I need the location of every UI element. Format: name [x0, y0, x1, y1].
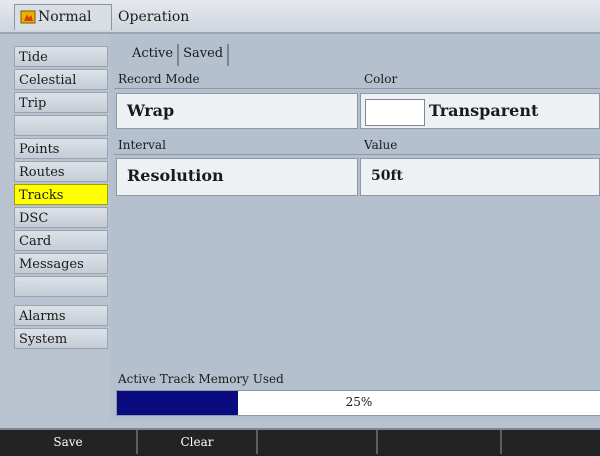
- sidebar-item-card[interactable]: Card: [14, 230, 108, 251]
- sidebar-item-label: Tide: [19, 50, 48, 65]
- sidebar-item-points[interactable]: Points: [14, 138, 108, 159]
- sidebar-item-label: Card: [19, 234, 52, 249]
- sidebar-item-tide[interactable]: Tide: [14, 46, 108, 67]
- record-mode-value: Wrap: [127, 101, 175, 120]
- color-header: Color: [364, 72, 398, 86]
- sidebar-item-label: Routes: [19, 165, 65, 180]
- record-mode-header: Record Mode: [118, 72, 200, 86]
- sidebar-item-trip[interactable]: Trip: [14, 92, 108, 113]
- softkey-label: Save: [53, 435, 83, 449]
- softkey-save[interactable]: Save: [0, 430, 138, 454]
- title-bar: Normal Operation: [0, 0, 600, 34]
- sidebar-item-label: Trip: [19, 96, 47, 111]
- value-header: Value: [364, 138, 398, 152]
- sidebar-item-label: Temp: [19, 282, 44, 292]
- sidebar-item-temp: Temp: [14, 276, 108, 297]
- sidebar-item-alarms[interactable]: Alarms: [14, 305, 108, 326]
- tab-bar: Active Saved: [128, 44, 230, 66]
- mode-label: Normal: [38, 9, 92, 25]
- sidebar-item-messages[interactable]: Messages: [14, 253, 108, 274]
- sidebar-item-database: Database: [14, 115, 108, 136]
- softkey-bar: Save Clear: [0, 428, 600, 456]
- sidebar-item-dsc[interactable]: DSC: [14, 207, 108, 228]
- tab-saved[interactable]: Saved: [179, 44, 230, 66]
- tab-active[interactable]: Active: [128, 44, 180, 66]
- softkey-5[interactable]: [502, 430, 600, 454]
- softkey-label: Clear: [180, 435, 214, 449]
- sidebar-item-label: Celestial: [19, 73, 77, 88]
- sidebar: Tide Celestial Trip Database Points Rout…: [14, 46, 108, 351]
- interval-value: Resolution: [127, 166, 224, 185]
- sidebar-item-label: DSC: [19, 211, 49, 226]
- softkey-3[interactable]: [258, 430, 378, 454]
- interval-field[interactable]: Resolution: [116, 158, 358, 196]
- memory-progress-bar: 25%: [116, 390, 600, 416]
- interval-header: Interval: [118, 138, 166, 152]
- sidebar-item-celestial[interactable]: Celestial: [14, 69, 108, 90]
- main-panel: Active Saved Record Mode Color Wrap Tran…: [110, 34, 600, 422]
- sidebar-item-tracks[interactable]: Tracks: [14, 184, 108, 205]
- color-swatch: [365, 99, 425, 126]
- sidebar-item-routes[interactable]: Routes: [14, 161, 108, 182]
- divider: [114, 88, 600, 89]
- color-field[interactable]: Transparent: [360, 93, 600, 129]
- sidebar-item-label: Alarms: [19, 309, 66, 324]
- screen: Normal Operation Tide Celestial Trip Dat…: [0, 0, 600, 456]
- memory-label: Active Track Memory Used: [118, 372, 284, 386]
- sidebar-item-label: System: [19, 332, 68, 347]
- sidebar-item-label: Database: [19, 121, 62, 131]
- value-field[interactable]: 50ft: [360, 158, 600, 196]
- page-title: Operation: [118, 9, 190, 25]
- value-value: 50ft: [371, 168, 403, 184]
- sidebar-item-system[interactable]: System: [14, 328, 108, 349]
- memory-percent: 25%: [345, 395, 373, 409]
- sidebar-item-label: Tracks: [19, 188, 64, 203]
- sidebar-item-label: Messages: [19, 257, 84, 272]
- sidebar-item-label: Points: [19, 142, 60, 157]
- color-value: Transparent: [429, 101, 539, 120]
- softkey-4[interactable]: [378, 430, 502, 454]
- divider: [114, 154, 600, 155]
- softkey-clear[interactable]: Clear: [138, 430, 258, 454]
- record-mode-field[interactable]: Wrap: [116, 93, 358, 129]
- app-icon: [20, 10, 36, 24]
